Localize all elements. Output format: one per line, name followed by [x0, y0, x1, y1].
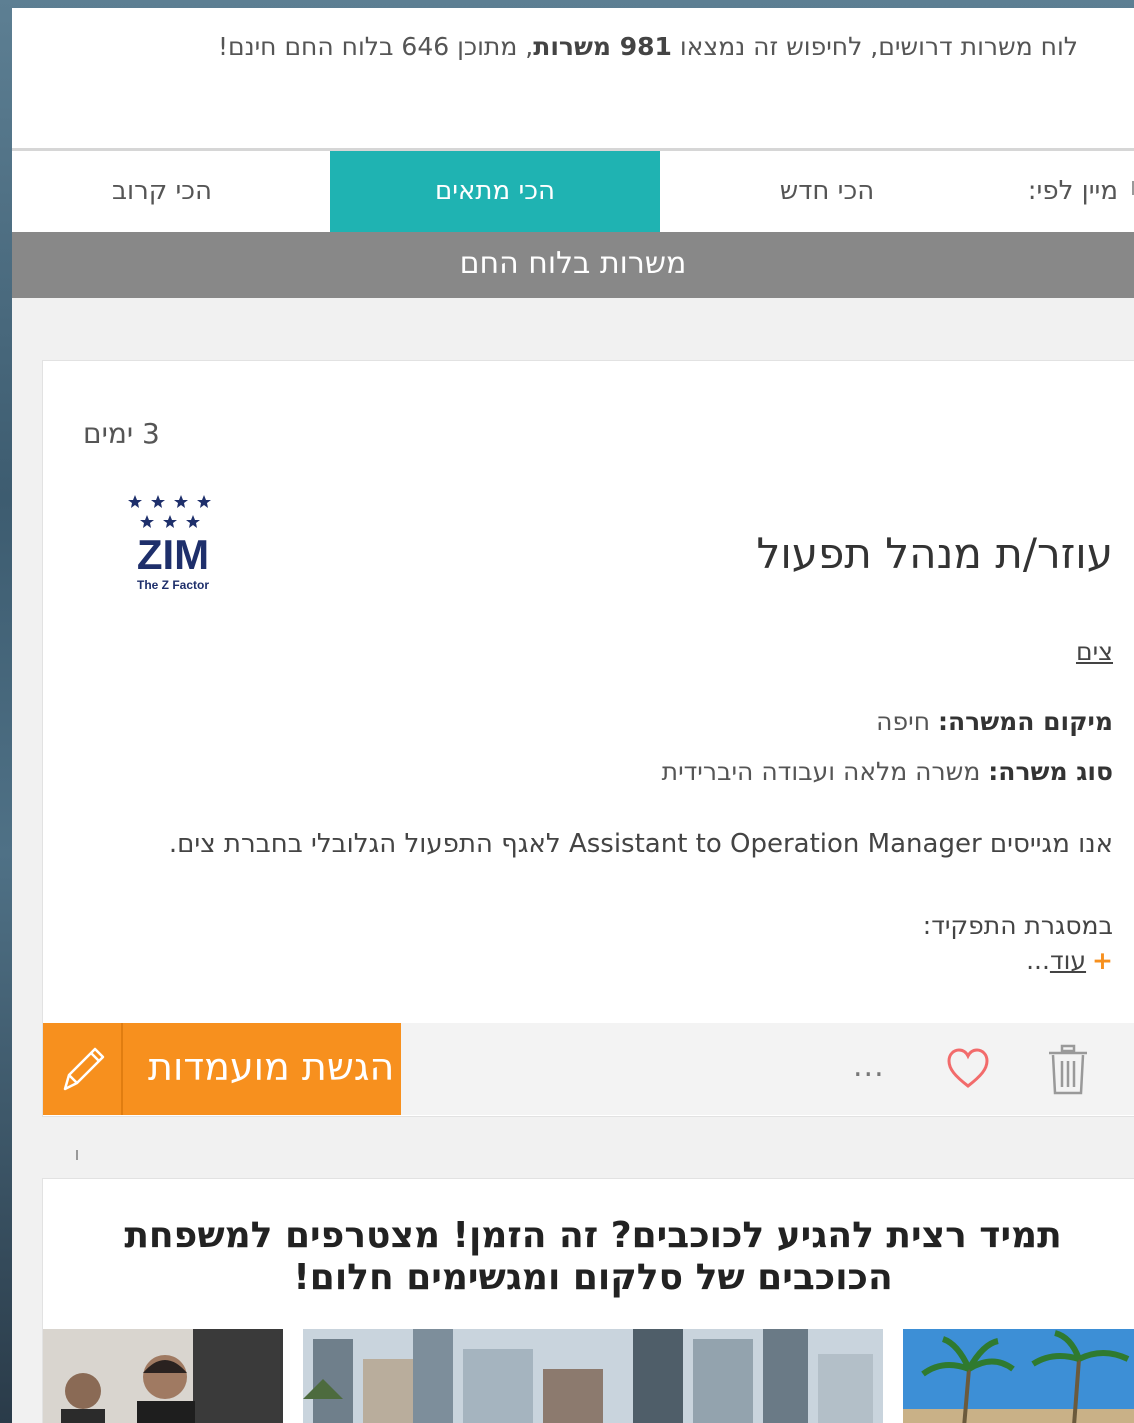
sort-label-text: מיין לפי: — [1027, 176, 1118, 206]
job-title[interactable]: עוזר/ת מנהל תפעול — [756, 529, 1113, 578]
location-label: מיקום המשרה: — [938, 707, 1113, 736]
job-card[interactable]: 3 ימים ZIM The Z Factor עוזר/ת מנהל תפעו… — [42, 360, 1134, 1117]
posted-age: 3 ימים — [83, 417, 160, 450]
company-logo[interactable]: ZIM The Z Factor — [123, 489, 223, 599]
job-type-value: משרה מלאה ועבודה היברידית — [661, 757, 981, 786]
section-title: משרות בלוח החם — [12, 232, 1134, 298]
separator-tick — [76, 1150, 78, 1160]
results-summary-text: לוח משרות דרושים, לחיפוש זה נמצאו 981 מש… — [218, 32, 1078, 61]
sort-option-newest[interactable]: הכי חדש — [662, 151, 992, 235]
job-type: סוג משרה: משרה מלאה ועבודה היברידית — [662, 757, 1113, 786]
job-board-page: לוח משרות דרושים, לחיפוש זה נמצאו 981 מש… — [12, 8, 1134, 1423]
sort-option-nearest[interactable]: הכי קרוב — [12, 151, 312, 235]
location-value: חיפה — [876, 707, 931, 736]
ellipsis-icon[interactable]: ... — [853, 1049, 885, 1084]
apply-button[interactable]: הגשת מועמדות — [43, 1023, 401, 1115]
job-actions-bar: הגשת מועמדות ... — [43, 1023, 1134, 1115]
role-heading: במסגרת התפקיד: — [922, 911, 1113, 940]
sort-label: מיין לפי: — [1004, 151, 1134, 235]
sort-bar: מיין לפי: הכי חדש הכי מתאים הכי קרוב — [12, 148, 1134, 235]
promo-photo-palms — [903, 1329, 1134, 1423]
pencil-icon — [43, 1023, 123, 1115]
logo-stars — [128, 495, 211, 528]
promo-title: תמיד רצית להגיע לכוכבים? זה הזמן! מצטרפי… — [124, 1215, 1062, 1298]
apply-label: הגשת מועמדות — [148, 1045, 395, 1089]
plus-icon: + — [1092, 946, 1113, 975]
sort-option-best-match[interactable]: הכי מתאים — [330, 151, 660, 235]
job-type-label: סוג משרה: — [988, 757, 1113, 786]
promo-photo-people — [43, 1329, 283, 1423]
job-description: אנו מגייסים Assistant to Operation Manag… — [168, 829, 1113, 859]
read-more-ellipsis: ... — [1026, 946, 1050, 975]
results-count: 981 משרות — [533, 32, 672, 61]
job-location: מיקום המשרה: חיפה — [876, 707, 1113, 736]
summary-suffix: , מתוכן 646 בלוח החם חינם! — [217, 32, 534, 61]
company-link[interactable]: צים — [1076, 637, 1113, 666]
promo-photo-city — [303, 1329, 883, 1423]
logo-wordmark: ZIM — [137, 531, 209, 578]
heart-icon[interactable] — [945, 1043, 991, 1093]
read-more-link[interactable]: עוד — [1050, 946, 1086, 975]
read-more[interactable]: +עוד... — [1026, 946, 1113, 975]
logo-tagline: The Z Factor — [137, 578, 209, 592]
trash-icon[interactable] — [1045, 1043, 1091, 1097]
results-summary: לוח משרות דרושים, לחיפוש זה נמצאו 981 מש… — [12, 8, 1134, 148]
summary-prefix: לוח משרות דרושים, לחיפוש זה נמצאו — [671, 32, 1078, 61]
promo-banner[interactable]: תמיד רצית להגיע לכוכבים? זה הזמן! מצטרפי… — [42, 1178, 1134, 1423]
